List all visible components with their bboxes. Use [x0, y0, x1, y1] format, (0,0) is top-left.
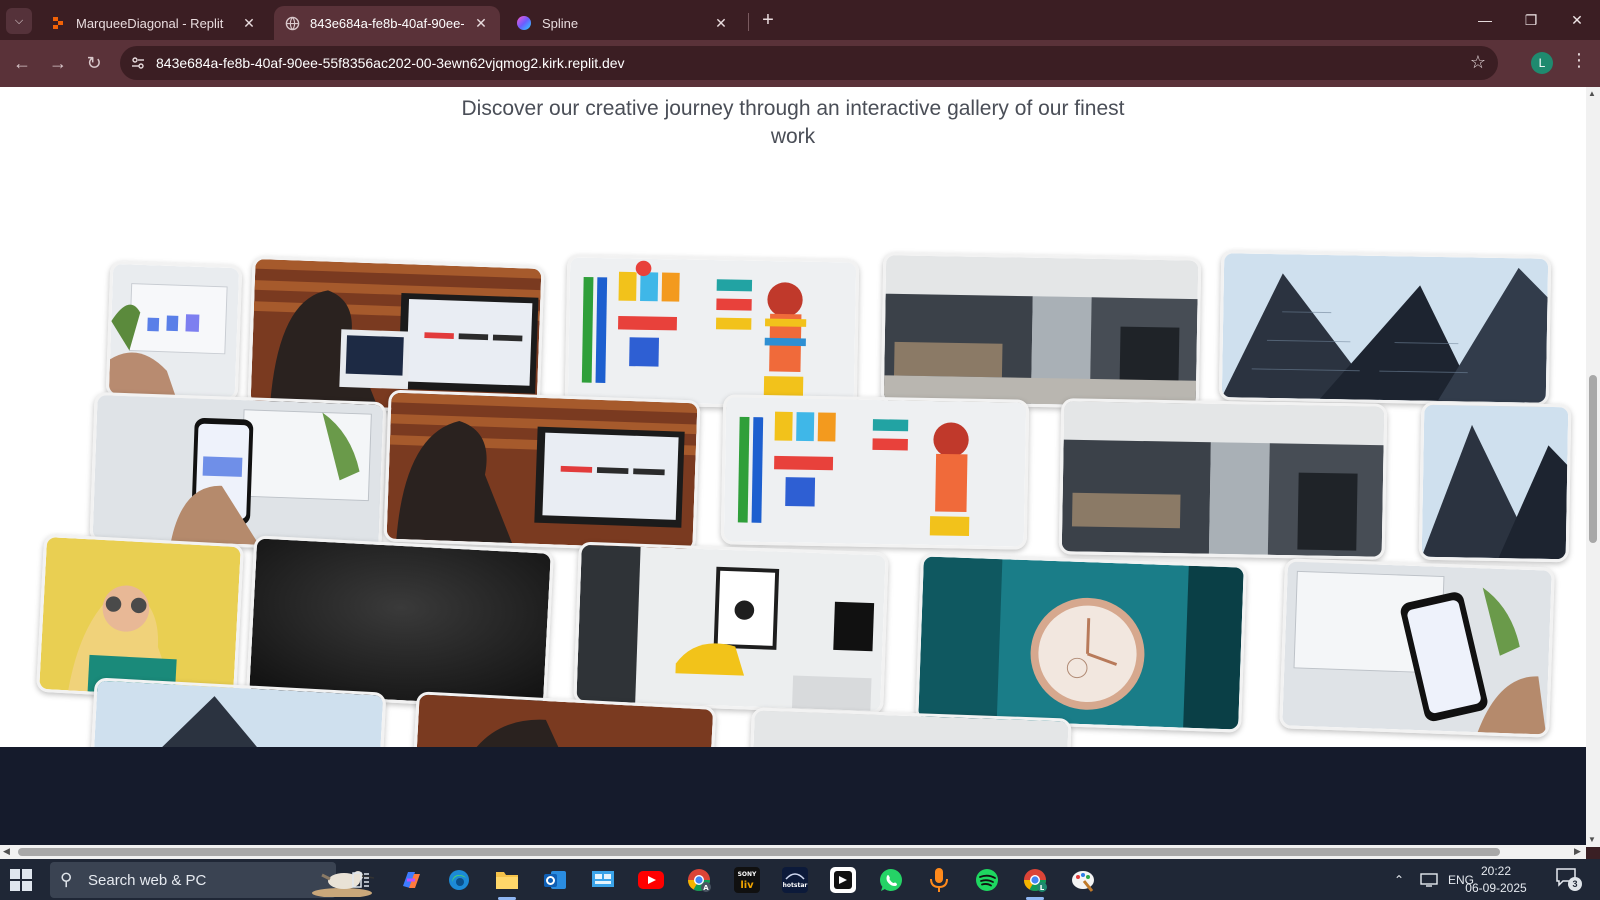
- page-dark-section: [0, 747, 1586, 847]
- capcut-icon[interactable]: [828, 865, 858, 895]
- search-placeholder: Search web & PC: [88, 872, 207, 889]
- control-panel-icon[interactable]: [588, 865, 618, 895]
- close-icon: ✕: [1571, 11, 1583, 28]
- chevron-down-icon: ⌵: [14, 14, 24, 27]
- notification-count-badge: 3: [1568, 877, 1582, 891]
- taskbar-search-box[interactable]: ⚲ Search web & PC: [50, 862, 375, 898]
- gallery-image-tissot-watch: [915, 553, 1247, 733]
- minimize-icon: —: [1478, 12, 1492, 28]
- diagonal-marquee-gallery: [0, 247, 1586, 747]
- clock-time: 20:22: [1480, 864, 1512, 878]
- notification-center-button[interactable]: 3: [1555, 867, 1582, 891]
- url-text: 843e684a-fe8b-40af-90ee-55f8356ac202-00-…: [156, 55, 625, 71]
- spline-icon: [516, 15, 532, 31]
- reload-button[interactable]: ↻: [82, 51, 106, 75]
- system-clock[interactable]: 20:22 06-09-2025: [1458, 863, 1534, 897]
- minimize-button[interactable]: —: [1462, 0, 1508, 40]
- page-subtitle: Discover our creative journey through an…: [461, 97, 1125, 148]
- outlook-icon[interactable]: [540, 865, 570, 895]
- arrow-left-icon: ←: [13, 53, 31, 73]
- svg-text:A: A: [703, 884, 709, 892]
- close-icon[interactable]: ✕: [472, 15, 490, 32]
- address-bar[interactable]: 843e684a-fe8b-40af-90ee-55f8356ac202-00-…: [120, 46, 1498, 80]
- tab-label: Spline: [542, 15, 579, 31]
- restore-icon: ❐: [1524, 11, 1538, 28]
- sony-liv-icon[interactable]: SONY liv: [732, 865, 762, 895]
- copilot-icon[interactable]: [396, 865, 426, 895]
- forward-button[interactable]: →: [46, 51, 70, 75]
- tab-strip: ⌵ MarqueeDiagonal - Replit ✕ 843e684a-fe…: [0, 0, 1600, 40]
- gallery-image-office-corridor: [880, 252, 1202, 410]
- scroll-up-icon[interactable]: ▲: [1588, 89, 1596, 98]
- gallery-image-colorful-toys-flatlay: [564, 254, 860, 410]
- network-icon[interactable]: [1420, 859, 1440, 900]
- spotify-icon[interactable]: [972, 865, 1002, 895]
- gallery-image-living-room-yellow-chair: [573, 541, 889, 715]
- gallery-image-woman-yellow-wall: [36, 533, 244, 703]
- gallery-image-phone-app-laptop-2: [1279, 558, 1555, 738]
- horizontal-scroll-thumb[interactable]: [18, 848, 1500, 856]
- tab-search-button[interactable]: ⌵: [6, 8, 32, 34]
- search-icon: ⚲: [60, 870, 73, 889]
- chrome-profile-l-icon[interactable]: L: [1020, 865, 1050, 895]
- windows-taskbar: ⚲ Search web & PC A SONY liv hotstar L ⌃ …: [0, 859, 1600, 900]
- voice-recorder-icon[interactable]: [924, 865, 954, 895]
- close-icon[interactable]: ✕: [712, 15, 730, 32]
- profile-avatar[interactable]: L: [1531, 52, 1553, 74]
- tab-replit[interactable]: MarqueeDiagonal - Replit ✕: [40, 6, 268, 40]
- tab-label: 843e684a-fe8b-40af-90ee-55f8: [310, 15, 464, 31]
- svg-text:hotstar: hotstar: [783, 882, 808, 889]
- scroll-left-icon[interactable]: ◀: [3, 846, 10, 857]
- site-info-icon[interactable]: [130, 55, 146, 71]
- file-explorer-icon[interactable]: [492, 865, 522, 895]
- plus-icon: +: [762, 9, 774, 31]
- clock-date: 06-09-2025: [1465, 881, 1527, 895]
- close-icon[interactable]: ✕: [240, 15, 258, 32]
- globe-icon: [284, 15, 300, 31]
- scroll-right-icon[interactable]: ▶: [1574, 846, 1581, 857]
- chrome-profile-a-icon[interactable]: A: [684, 865, 714, 895]
- tab-separator: [748, 13, 749, 31]
- tab-active-page[interactable]: 843e684a-fe8b-40af-90ee-55f8 ✕: [274, 6, 500, 40]
- close-window-button[interactable]: ✕: [1554, 0, 1600, 40]
- gallery-image-phone-app-laptop: [89, 391, 387, 553]
- edge-icon[interactable]: [444, 865, 474, 895]
- show-hidden-icons-icon[interactable]: ⌃: [1394, 859, 1410, 900]
- arrow-right-icon: →: [49, 53, 67, 73]
- svg-text:SONY: SONY: [738, 871, 757, 878]
- windows-start-icon[interactable]: [10, 869, 32, 891]
- svg-text:L: L: [1040, 884, 1045, 892]
- gallery-image-skyscrapers: [1218, 250, 1552, 406]
- new-tab-button[interactable]: +: [756, 9, 780, 33]
- reload-icon: ↻: [86, 53, 102, 73]
- vertical-scroll-thumb[interactable]: [1589, 375, 1597, 543]
- restore-button[interactable]: ❐: [1508, 0, 1554, 40]
- page-viewport: Discover our creative journey through an…: [0, 87, 1586, 747]
- back-button[interactable]: ←: [10, 51, 34, 75]
- tab-spline[interactable]: Spline ✕: [506, 6, 740, 40]
- more-menu-icon[interactable]: ⋮: [1570, 50, 1588, 71]
- gallery-image-developer-at-monitor-2: [383, 389, 701, 553]
- disney-hotstar-icon[interactable]: hotstar: [780, 865, 810, 895]
- paint-icon[interactable]: [1068, 865, 1098, 895]
- vertical-scrollbar[interactable]: ▲ ▼: [1586, 87, 1600, 847]
- gallery-image-dark-texture: [246, 535, 554, 711]
- tab-label: MarqueeDiagonal - Replit: [76, 15, 224, 31]
- browser-toolbar: ← → ↻ 843e684a-fe8b-40af-90ee-55f8356ac2…: [0, 40, 1600, 87]
- gallery-image-skyscrapers-2: [1418, 401, 1572, 563]
- gallery-image-laptop-ui-hand: [105, 260, 243, 402]
- scroll-down-icon[interactable]: ▼: [1588, 835, 1596, 844]
- gallery-image-office-corridor-2: [1058, 398, 1388, 560]
- whatsapp-icon[interactable]: [876, 865, 906, 895]
- horizontal-scrollbar[interactable]: ◀ ▶: [0, 845, 1586, 859]
- replit-icon: [50, 15, 66, 31]
- task-view-icon[interactable]: [346, 865, 376, 895]
- gallery-image-colorful-toys-flatlay-2: [720, 394, 1030, 550]
- youtube-icon[interactable]: [636, 865, 666, 895]
- bookmark-star-icon[interactable]: ☆: [1470, 52, 1486, 73]
- svg-text:liv: liv: [740, 880, 754, 891]
